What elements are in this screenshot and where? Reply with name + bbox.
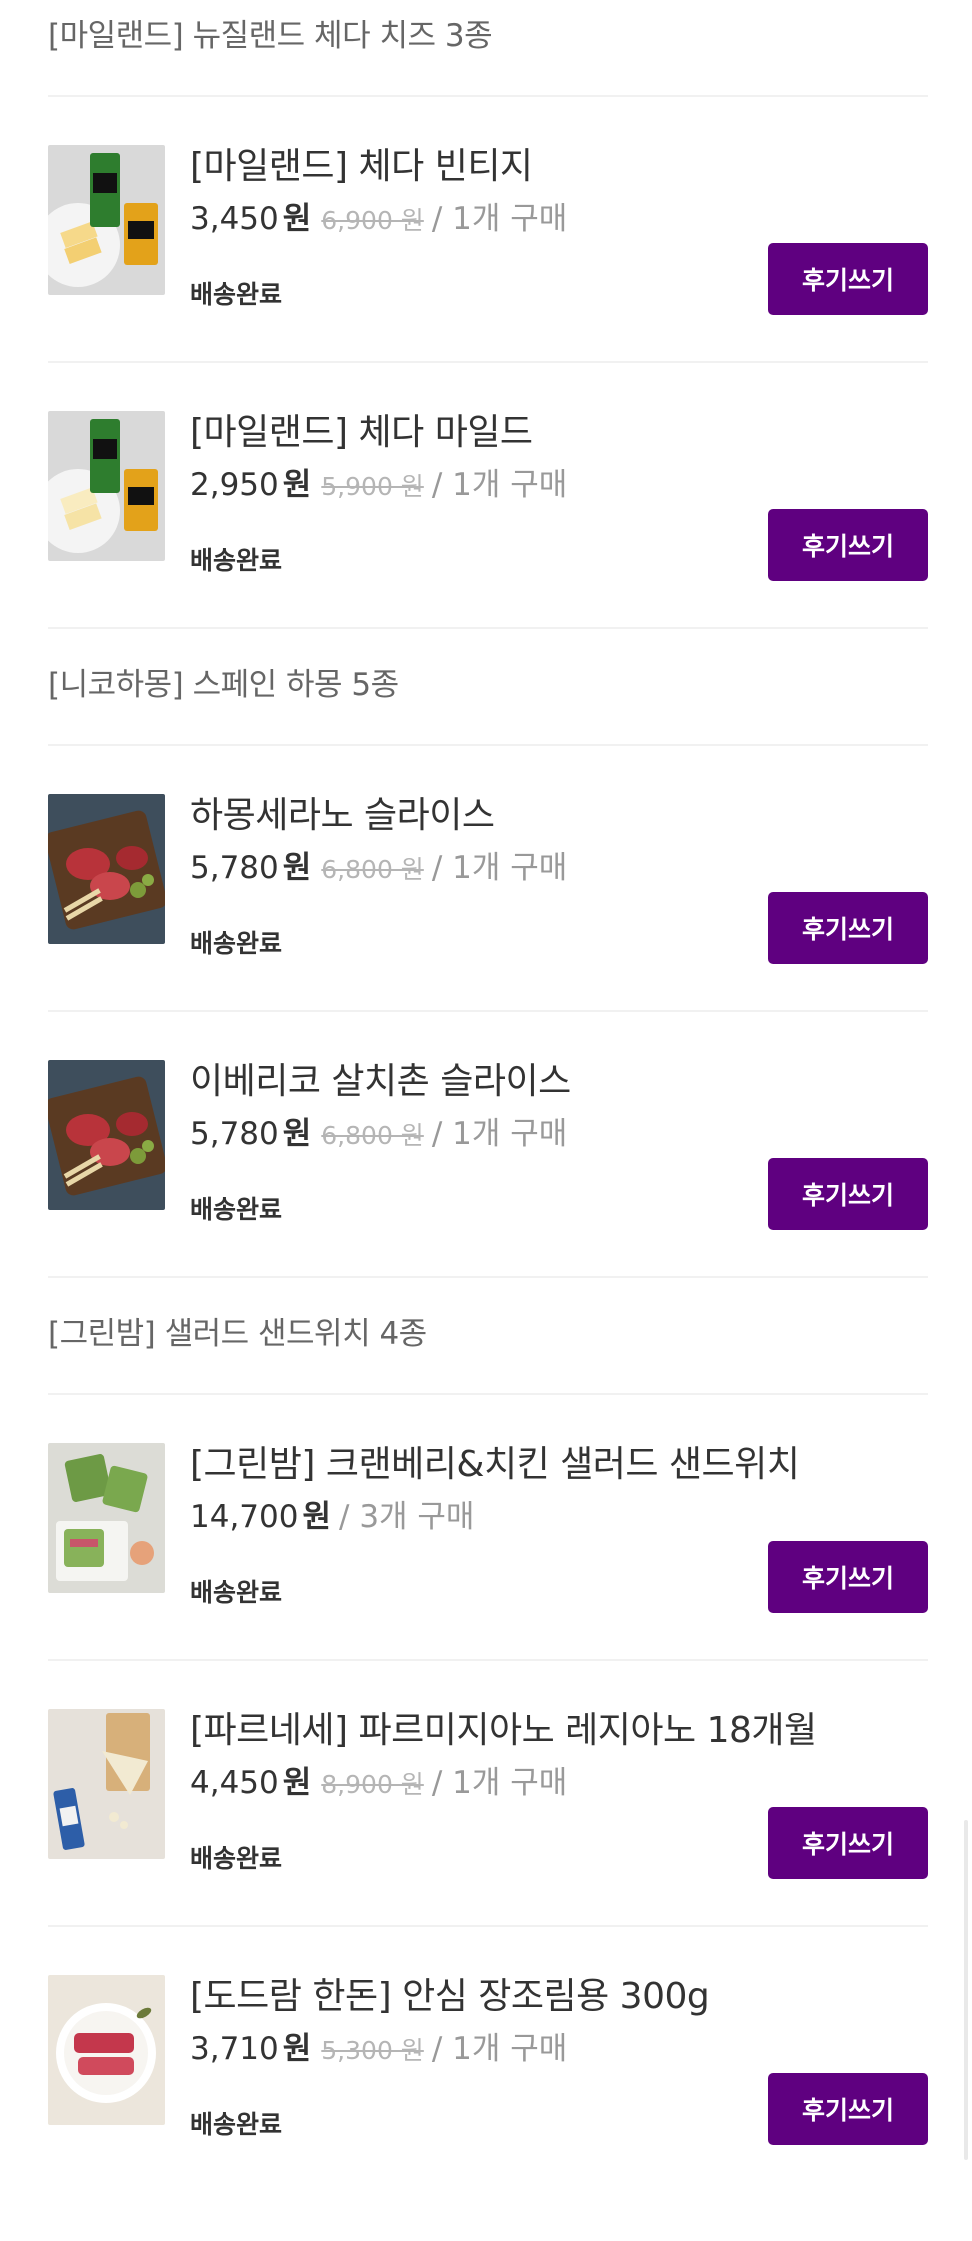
- currency: 원: [282, 2031, 312, 2067]
- divider: [48, 1276, 928, 1278]
- product-image[interactable]: [48, 1060, 165, 1210]
- quantity: / 1개 구매: [431, 2031, 568, 2067]
- sale-price: 5,780: [190, 1116, 279, 1152]
- quantity: / 1개 구매: [431, 1116, 568, 1152]
- product-image[interactable]: [48, 1975, 165, 2125]
- quantity: / 3개 구매: [339, 1499, 475, 1535]
- delivery-status: 배송완료: [190, 1844, 283, 1873]
- product-image[interactable]: [48, 411, 165, 561]
- parmigiano-image: [48, 1709, 165, 1859]
- cheddar-image: [48, 411, 165, 561]
- price-line: 4,450 원 8,900 원/ 1개 구매: [190, 1763, 567, 1805]
- divider: [48, 744, 928, 746]
- price-line: 14,700 원/ 3개 구매: [190, 1497, 474, 1537]
- price-line: 5,780 원 6,800 원/ 1개 구매: [190, 848, 567, 890]
- price-line: 5,780 원 6,800 원/ 1개 구매: [190, 1114, 567, 1156]
- list-item: 이베리코 살치촌 슬라이스 5,780 원 6,800 원/ 1개 구매 배송완료 …: [0, 1060, 972, 1326]
- sale-price: 5,780: [190, 850, 279, 886]
- sale-price: 14,700: [190, 1499, 299, 1535]
- delivery-status: 배송완료: [190, 1578, 283, 1607]
- quantity: / 1개 구매: [431, 201, 568, 237]
- divider: [48, 95, 928, 97]
- original-price: 5,300 원: [321, 2036, 424, 2065]
- write-review-button[interactable]: 후기쓰기: [768, 1158, 928, 1230]
- divider: [48, 1659, 928, 1661]
- pork-image: [48, 1975, 165, 2125]
- write-review-button[interactable]: 후기쓰기: [768, 1807, 928, 1879]
- currency: 원: [282, 1765, 312, 1801]
- group-title: [그린밤] 샐러드 샌드위치 4종: [48, 1316, 427, 1352]
- product-name[interactable]: 이베리코 살치촌 슬라이스: [190, 1058, 571, 1106]
- currency: 원: [302, 1499, 332, 1535]
- list-item: 하몽세라노 슬라이스 5,780 원 6,800 원/ 1개 구매 배송완료 후기쓰…: [0, 794, 972, 1060]
- price-line: 2,950 원 5,900 원/ 1개 구매: [190, 465, 567, 507]
- quantity: / 1개 구매: [431, 850, 568, 886]
- original-price: 6,900 원: [321, 206, 424, 235]
- product-image[interactable]: [48, 1709, 165, 1859]
- delivery-status: 배송완료: [190, 2110, 283, 2139]
- delivery-status: 배송완료: [190, 929, 283, 958]
- sale-price: 4,450: [190, 1765, 279, 1801]
- currency: 원: [282, 201, 312, 237]
- delivery-status: 배송완료: [190, 546, 283, 575]
- price-line: 3,450 원 6,900 원/ 1개 구매: [190, 199, 567, 241]
- write-review-button[interactable]: 후기쓰기: [768, 1541, 928, 1613]
- sale-price: 2,950: [190, 467, 279, 503]
- original-price: 8,900 원: [321, 1770, 424, 1799]
- currency: 원: [282, 1116, 312, 1152]
- original-price: 6,800 원: [321, 1121, 424, 1150]
- product-image[interactable]: [48, 794, 165, 944]
- divider: [48, 361, 928, 363]
- write-review-button[interactable]: 후기쓰기: [768, 2073, 928, 2145]
- jamon-image: [48, 1060, 165, 1210]
- list-item: [마일랜드] 체다 빈티지 3,450 원 6,900 원/ 1개 구매 배송완료 …: [0, 145, 972, 411]
- product-image[interactable]: [48, 145, 165, 295]
- jamon-image: [48, 794, 165, 944]
- delivery-status: 배송완료: [190, 1195, 283, 1224]
- divider: [48, 1925, 928, 1927]
- list-item: [파르네세] 파르미지아노 레지아노 18개월 4,450 원 8,900 원/ 1…: [0, 1709, 972, 1975]
- divider: [48, 1010, 928, 1012]
- product-name[interactable]: 하몽세라노 슬라이스: [190, 792, 495, 840]
- delivery-status: 배송완료: [190, 280, 283, 309]
- currency: 원: [282, 467, 312, 503]
- original-price: 5,900 원: [321, 472, 424, 501]
- product-image[interactable]: [48, 1443, 165, 1593]
- divider: [48, 627, 928, 629]
- write-review-button[interactable]: 후기쓰기: [768, 509, 928, 581]
- scrollbar[interactable]: [964, 1820, 968, 2160]
- sale-price: 3,710: [190, 2031, 279, 2067]
- product-name[interactable]: [도드람 한돈] 안심 장조림용 300g: [190, 1973, 710, 2021]
- write-review-button[interactable]: 후기쓰기: [768, 892, 928, 964]
- write-review-button[interactable]: 후기쓰기: [768, 243, 928, 315]
- price-line: 3,710 원 5,300 원/ 1개 구매: [190, 2029, 567, 2071]
- currency: 원: [282, 850, 312, 886]
- sandwich-image: [48, 1443, 165, 1593]
- divider: [48, 1393, 928, 1395]
- product-name[interactable]: [마일랜드] 체다 빈티지: [190, 143, 533, 191]
- cheddar-image: [48, 145, 165, 295]
- list-item: [그린밤] 크랜베리&치킨 샐러드 샌드위치 14,700 원/ 3개 구매 배송…: [0, 1443, 972, 1709]
- group-title: [마일랜드] 뉴질랜드 체다 치즈 3종: [48, 18, 493, 54]
- original-price: 6,800 원: [321, 855, 424, 884]
- sale-price: 3,450: [190, 201, 279, 237]
- list-item: [마일랜드] 체다 마일드 2,950 원 5,900 원/ 1개 구매 배송완료 …: [0, 411, 972, 677]
- product-name[interactable]: [마일랜드] 체다 마일드: [190, 409, 533, 457]
- product-name[interactable]: [그린밤] 크랜베리&치킨 샐러드 샌드위치: [190, 1441, 800, 1489]
- product-name[interactable]: [파르네세] 파르미지아노 레지아노 18개월: [190, 1707, 817, 1755]
- quantity: / 1개 구매: [431, 1765, 568, 1801]
- list-item: [도드람 한돈] 안심 장조림용 300g 3,710 원 5,300 원/ 1개 …: [0, 1975, 972, 2241]
- group-title: [니코하몽] 스페인 하몽 5종: [48, 667, 399, 703]
- quantity: / 1개 구매: [431, 467, 568, 503]
